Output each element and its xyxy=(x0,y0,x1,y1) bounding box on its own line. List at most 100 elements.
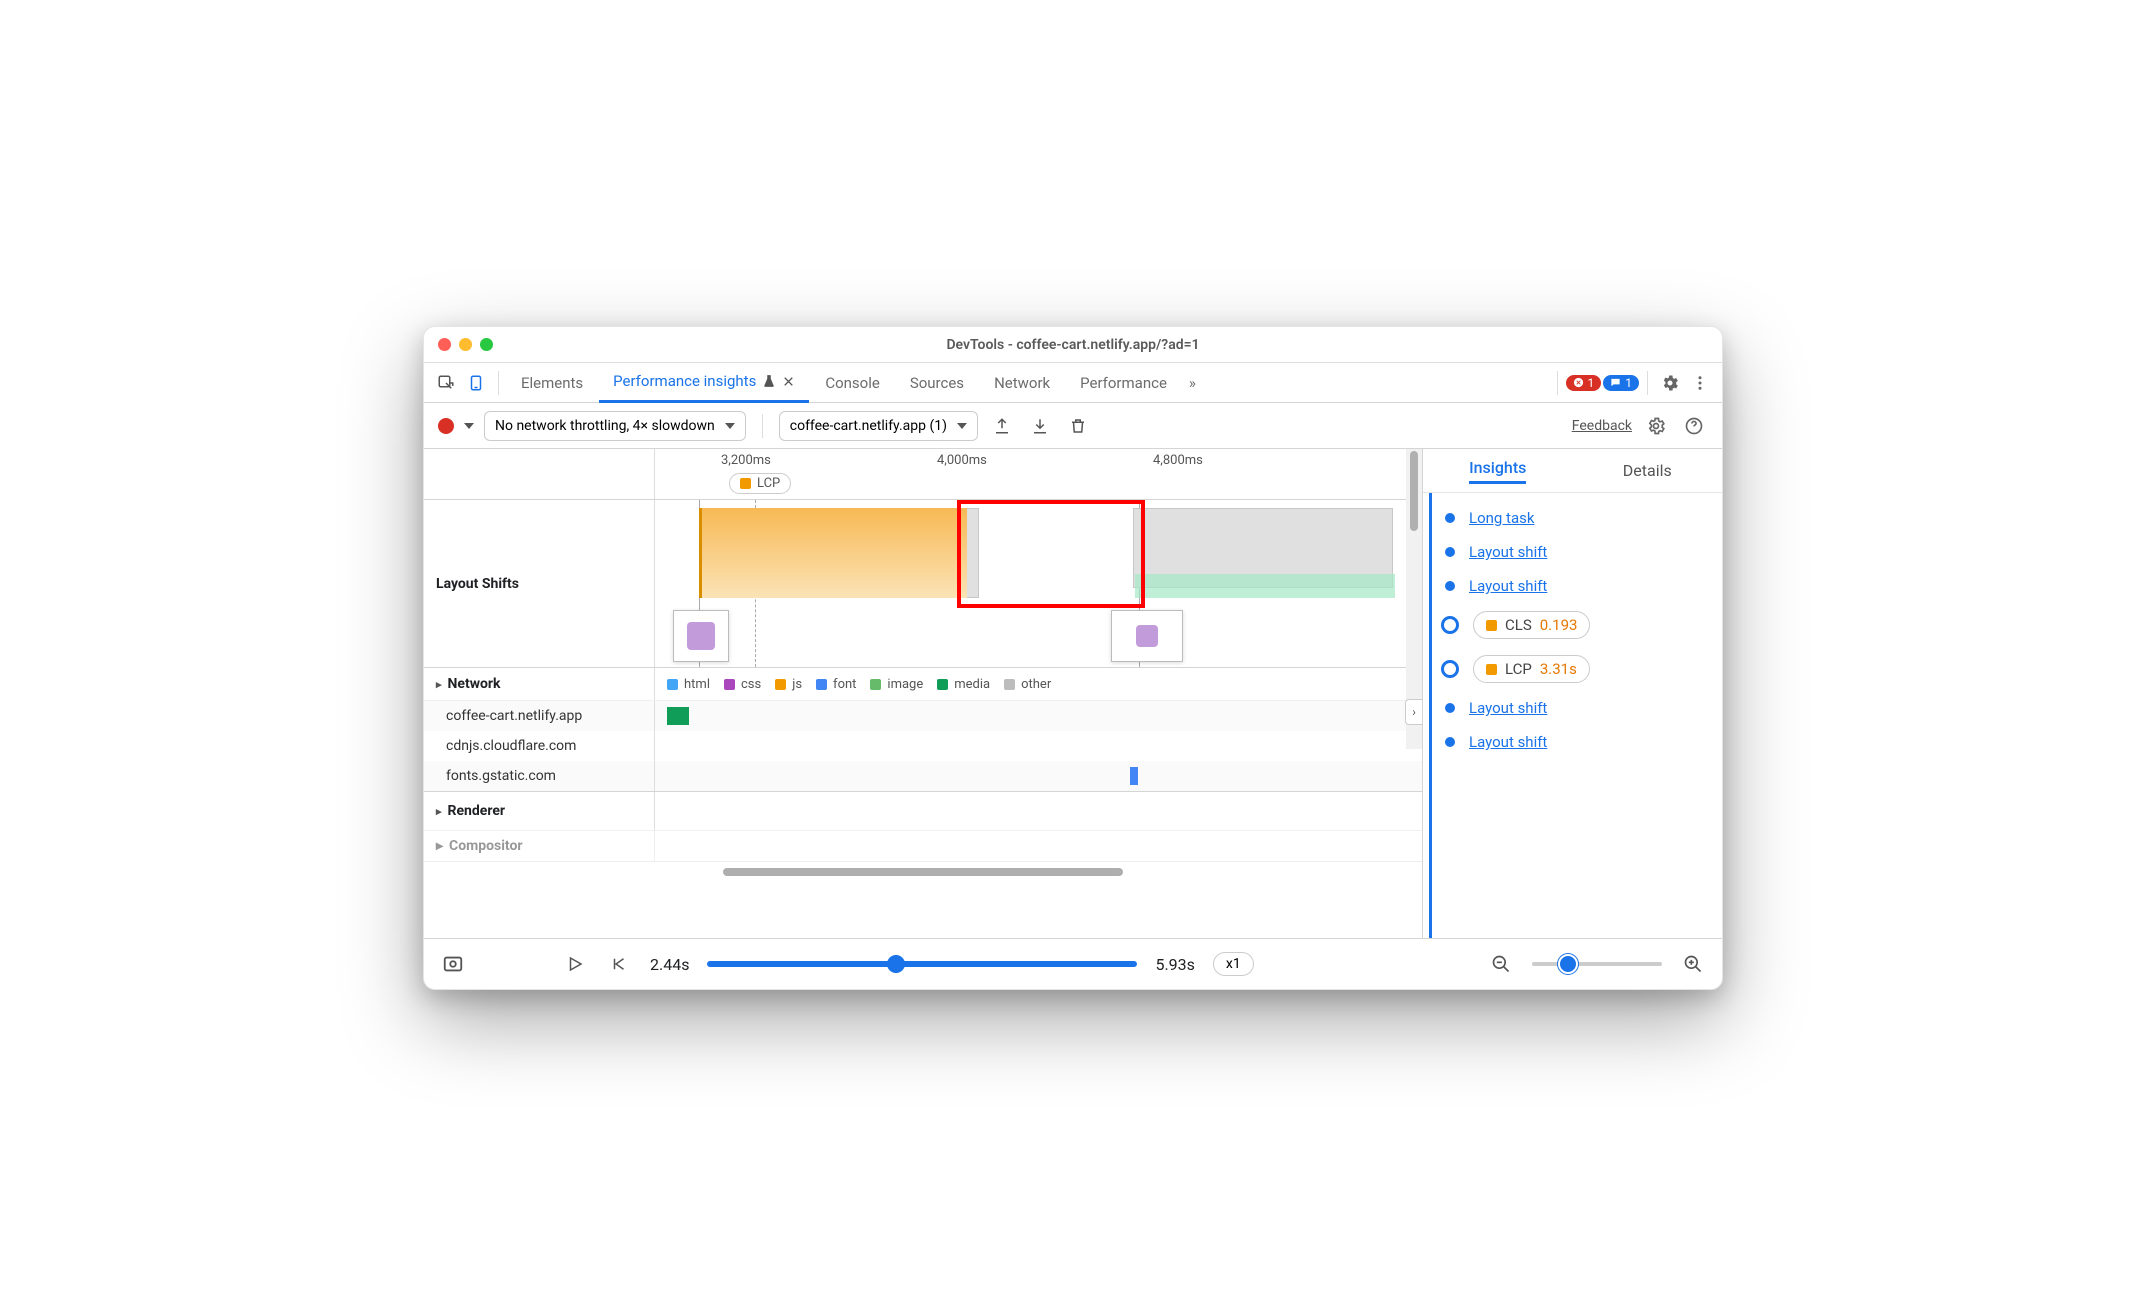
slider-handle[interactable] xyxy=(1558,954,1578,974)
timeline-dot-icon xyxy=(1445,513,1455,523)
delete-icon[interactable] xyxy=(1064,412,1092,440)
time-tick: 4,800ms xyxy=(1153,453,1203,468)
insights-sidebar: Insights Details Long task Layout shift … xyxy=(1422,449,1722,938)
lcp-marker[interactable]: LCP xyxy=(729,473,791,494)
zoom-out-icon[interactable] xyxy=(1488,951,1514,977)
zoom-in-icon[interactable] xyxy=(1680,951,1706,977)
flask-icon xyxy=(762,374,776,388)
playback-bar: 2.44s 5.93s x1 xyxy=(424,939,1722,989)
devtools-window: DevTools - coffee-cart.netlify.app/?ad=1… xyxy=(423,326,1723,990)
panel-settings-icon[interactable] xyxy=(1642,412,1670,440)
divider xyxy=(762,414,763,438)
network-section-header[interactable]: Network html css js font image media oth… xyxy=(424,667,1422,701)
throttling-value: No network throttling, 4× slowdown xyxy=(495,418,715,434)
insights-toolbar: No network throttling, 4× slowdown coffe… xyxy=(424,403,1722,449)
close-icon[interactable] xyxy=(782,375,795,388)
export-icon[interactable] xyxy=(988,412,1016,440)
settings-icon[interactable] xyxy=(1656,369,1684,397)
insight-cls-pill[interactable]: CLS 0.193 xyxy=(1473,611,1590,639)
chevron-down-icon xyxy=(957,423,967,429)
timeline-dot-icon xyxy=(1445,737,1455,747)
slider-handle[interactable] xyxy=(887,955,905,973)
task-block-green[interactable] xyxy=(1135,574,1395,598)
horizontal-scrollbar[interactable] xyxy=(424,861,1422,881)
time-start: 2.44s xyxy=(650,955,689,974)
compositor-section-header[interactable]: ▸Compositor xyxy=(424,831,1422,861)
insight-long-task[interactable]: Long task xyxy=(1469,509,1534,527)
import-icon[interactable] xyxy=(1026,412,1054,440)
screenshot-thumbnail[interactable] xyxy=(673,610,729,662)
zoom-slider[interactable] xyxy=(1532,962,1662,966)
screenshot-thumbnail[interactable] xyxy=(1111,610,1183,662)
tab-insights[interactable]: Insights xyxy=(1423,449,1573,492)
layout-shifts-label: Layout Shifts xyxy=(424,500,654,667)
maximize-window-button[interactable] xyxy=(480,338,493,351)
message-count-badge[interactable]: 1 xyxy=(1603,375,1639,391)
error-count-badge[interactable]: 1 xyxy=(1566,375,1602,391)
toggle-visibility-icon[interactable] xyxy=(440,951,466,977)
lcp-value: 3.31s xyxy=(1540,660,1577,678)
legend-js: js xyxy=(775,677,802,692)
legend-media: media xyxy=(937,677,990,692)
request-bar[interactable] xyxy=(667,707,689,725)
time-tick: 3,200ms xyxy=(721,453,771,468)
tab-elements[interactable]: Elements xyxy=(507,363,597,403)
lcp-label: LCP xyxy=(1505,660,1532,678)
insight-lcp-pill[interactable]: LCP 3.31s xyxy=(1473,655,1590,683)
renderer-section-header[interactable]: Renderer xyxy=(424,791,1422,831)
network-row[interactable]: coffee-cart.netlify.app xyxy=(424,701,1422,731)
speed-pill[interactable]: x1 xyxy=(1213,952,1254,976)
tab-sources[interactable]: Sources xyxy=(896,363,978,403)
timeline-dot-icon xyxy=(1445,547,1455,557)
rewind-icon[interactable] xyxy=(606,951,632,977)
task-block-orange[interactable] xyxy=(699,508,967,598)
time-range-slider[interactable] xyxy=(707,961,1137,967)
device-toolbar-icon[interactable] xyxy=(462,369,490,397)
network-label: Network xyxy=(424,668,654,700)
compositor-label: Compositor xyxy=(449,838,522,854)
time-tick: 4,000ms xyxy=(937,453,987,468)
tab-details[interactable]: Details xyxy=(1573,449,1723,492)
network-row[interactable]: fonts.gstatic.com xyxy=(424,761,1422,791)
kebab-menu-icon[interactable] xyxy=(1686,369,1714,397)
close-window-button[interactable] xyxy=(438,338,451,351)
time-end: 5.93s xyxy=(1155,955,1194,974)
tab-label: Performance insights xyxy=(613,372,756,390)
tab-console[interactable]: Console xyxy=(811,363,894,403)
overview-strip[interactable]: Layout Shifts xyxy=(424,499,1422,667)
divider xyxy=(498,371,499,395)
recording-select[interactable]: coffee-cart.netlify.app (1) xyxy=(779,411,978,441)
error-icon xyxy=(1573,377,1584,388)
tab-performance[interactable]: Performance xyxy=(1066,363,1181,403)
legend-font: font xyxy=(816,677,856,692)
play-icon[interactable] xyxy=(562,951,588,977)
insights-list[interactable]: Long task Layout shift Layout shift CLS … xyxy=(1423,493,1722,938)
record-options-dropdown[interactable] xyxy=(464,423,474,429)
throttling-select[interactable]: No network throttling, 4× slowdown xyxy=(484,411,746,441)
help-icon[interactable] xyxy=(1680,412,1708,440)
minimize-window-button[interactable] xyxy=(459,338,472,351)
message-count: 1 xyxy=(1625,376,1632,390)
insight-layout-shift[interactable]: Layout shift xyxy=(1469,543,1547,561)
traffic-lights xyxy=(438,338,493,351)
feedback-link[interactable]: Feedback xyxy=(1572,418,1632,434)
square-icon xyxy=(1486,620,1497,631)
timeline-panel[interactable]: › 3,200ms 4,000ms 4,800ms LCP Layout Shi… xyxy=(424,449,1422,938)
square-icon xyxy=(1486,664,1497,675)
inspect-icon[interactable] xyxy=(432,369,460,397)
chevron-down-icon xyxy=(725,423,735,429)
record-button[interactable] xyxy=(438,418,454,434)
tab-network[interactable]: Network xyxy=(980,363,1064,403)
request-bar[interactable] xyxy=(1130,767,1138,785)
window-title: DevTools - coffee-cart.netlify.app/?ad=1 xyxy=(424,337,1722,353)
tab-performance-insights[interactable]: Performance insights xyxy=(599,363,809,403)
insight-layout-shift[interactable]: Layout shift xyxy=(1469,699,1547,717)
sidebar-toggle-handle[interactable]: › xyxy=(1405,699,1422,725)
insight-layout-shift[interactable]: Layout shift xyxy=(1469,577,1547,595)
insight-layout-shift[interactable]: Layout shift xyxy=(1469,733,1547,751)
network-row[interactable]: cdnjs.cloudflare.com xyxy=(424,731,1422,761)
network-host: cdnjs.cloudflare.com xyxy=(424,731,654,761)
cls-label: CLS xyxy=(1505,616,1532,634)
more-tabs-button[interactable]: » xyxy=(1183,363,1202,403)
divider xyxy=(1647,371,1648,395)
